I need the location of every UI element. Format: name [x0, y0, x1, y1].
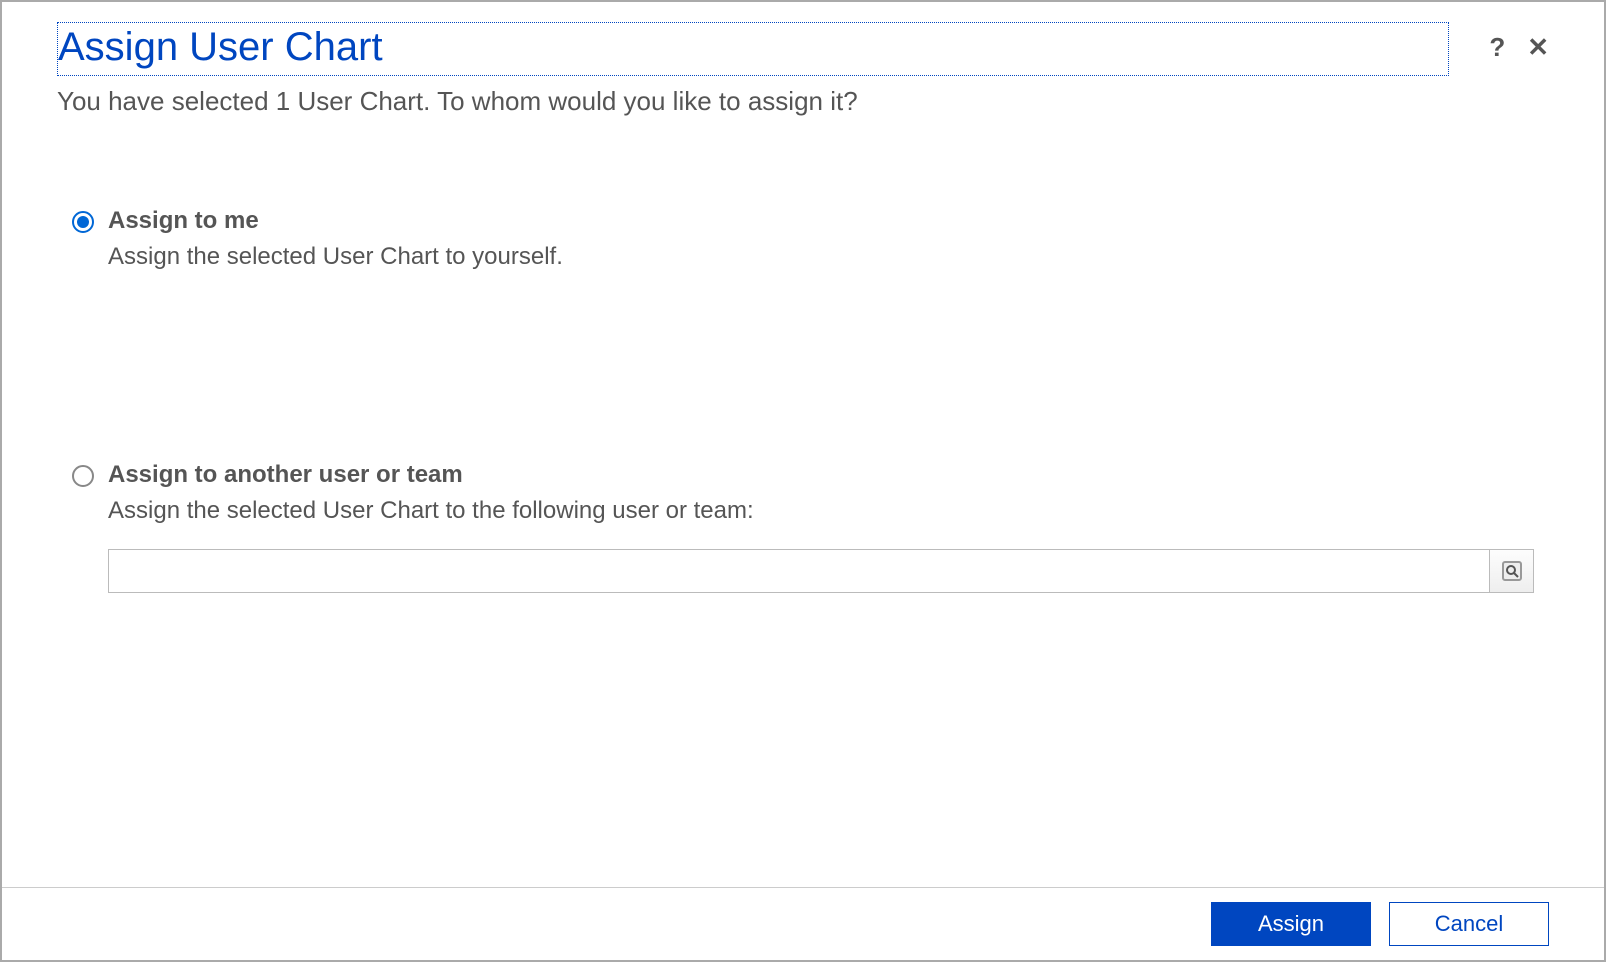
option-desc-me: Assign the selected User Chart to yourse… — [108, 243, 1534, 271]
user-team-input[interactable] — [109, 550, 1489, 592]
assign-button[interactable]: Assign — [1211, 902, 1371, 946]
search-icon — [1500, 559, 1524, 583]
option-desc-other: Assign the selected User Chart to the fo… — [108, 497, 1534, 525]
user-team-lookup — [108, 549, 1534, 593]
dialog-content: Assign to me Assign the selected User Ch… — [2, 117, 1604, 887]
option-body-other: Assign to another user or team Assign th… — [108, 461, 1534, 593]
assign-user-chart-dialog: Assign User Chart You have selected 1 Us… — [2, 2, 1604, 960]
dialog-footer: Assign Cancel — [2, 887, 1604, 960]
radio-assign-to-me[interactable] — [72, 211, 94, 233]
close-icon[interactable]: ✕ — [1527, 32, 1549, 63]
radio-assign-to-other[interactable] — [72, 465, 94, 487]
dialog-title: Assign User Chart — [58, 23, 1442, 71]
dialog-subtitle: You have selected 1 User Chart. To whom … — [57, 86, 1549, 117]
dialog-header: Assign User Chart You have selected 1 Us… — [2, 2, 1604, 117]
dialog-title-wrap: Assign User Chart — [57, 22, 1449, 76]
option-assign-to-me[interactable]: Assign to me Assign the selected User Ch… — [72, 207, 1534, 271]
cancel-button[interactable]: Cancel — [1389, 902, 1549, 946]
lookup-button[interactable] — [1489, 550, 1533, 592]
option-body-me: Assign to me Assign the selected User Ch… — [108, 207, 1534, 271]
help-icon[interactable]: ? — [1489, 32, 1505, 63]
option-title-other: Assign to another user or team — [108, 461, 1534, 489]
option-assign-to-other[interactable]: Assign to another user or team Assign th… — [72, 461, 1534, 593]
header-icons: ? ✕ — [1489, 32, 1549, 63]
option-title-me: Assign to me — [108, 207, 1534, 235]
